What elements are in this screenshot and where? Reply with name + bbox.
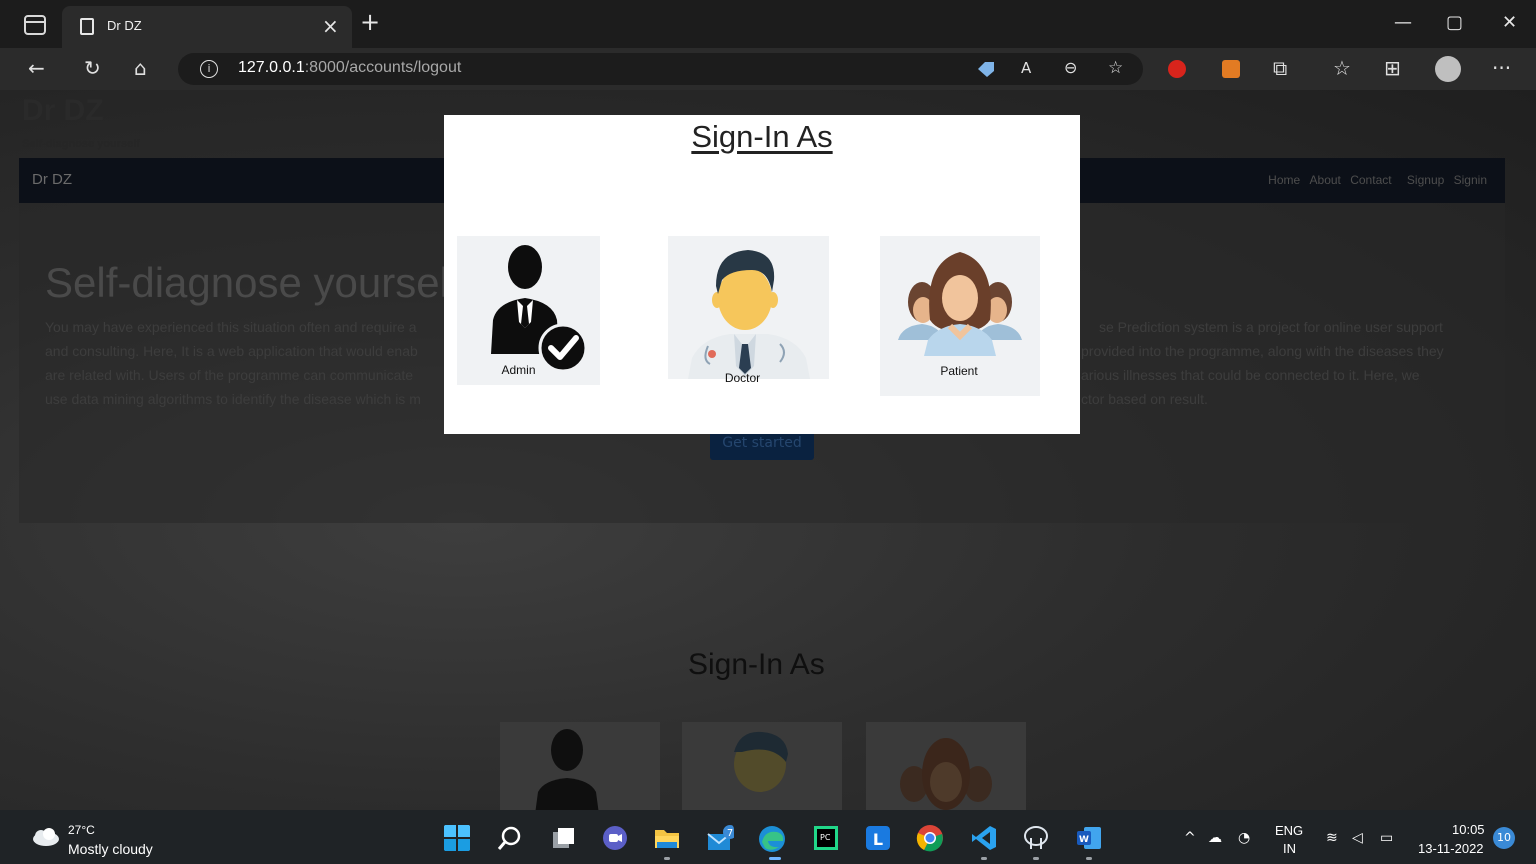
admin-avatar-icon	[535, 729, 599, 810]
more-menu-icon[interactable]: ···	[1492, 56, 1511, 80]
tab-close-icon[interactable]: ×	[322, 14, 339, 38]
postgresql-icon[interactable]	[1022, 824, 1050, 852]
role-card-doctor[interactable]: Doctor	[668, 236, 829, 385]
onedrive-cloud-icon[interactable]: ☁	[1208, 830, 1222, 846]
new-tab-button[interactable]: +	[360, 10, 380, 34]
clock-date[interactable]: 13-11-2022	[1418, 841, 1484, 856]
nav-link-about[interactable]: About	[1310, 173, 1341, 187]
window-close-button[interactable]: ✕	[1502, 12, 1517, 33]
hero-heading: Self-diagnose yourself	[45, 259, 461, 306]
network-status-icon[interactable]: ◔	[1238, 830, 1250, 846]
running-indicator	[1033, 857, 1039, 860]
tab-title: Dr DZ	[107, 18, 142, 33]
site-info-icon[interactable]: i	[200, 60, 218, 78]
file-explorer-icon[interactable]	[653, 824, 681, 852]
battery-icon[interactable]: ▭	[1380, 830, 1393, 846]
nav-link-home[interactable]: Home	[1268, 173, 1300, 187]
teams-chat-icon[interactable]	[601, 824, 629, 852]
modal-title: Sign-In As	[691, 119, 833, 154]
svg-text:PC: PC	[820, 833, 831, 842]
bg-role-card-patient[interactable]	[866, 722, 1026, 810]
os-taskbar: 27°C Mostly cloudy 7 PC L W ^ ☁ ◔ ENG IN…	[0, 810, 1536, 864]
hero-text-line: arious illnesses that could be connected…	[1081, 367, 1420, 383]
address-url[interactable]: 127.0.0.1:8000/accounts/logout	[238, 59, 461, 77]
hero-text-line: se Prediction system is a project for on…	[1099, 319, 1443, 335]
chevron-up-icon[interactable]: ^	[1184, 830, 1196, 846]
site-title: Dr DZ	[22, 94, 104, 127]
extensions-icon[interactable]: ⧉	[1273, 56, 1287, 80]
metamask-extension-icon[interactable]	[1222, 60, 1240, 78]
role-card-patient[interactable]: Patient	[880, 236, 1040, 396]
home-icon[interactable]: ⌂	[134, 56, 147, 80]
mail-badge: 7	[727, 828, 733, 839]
role-label-admin: Admin	[501, 363, 536, 377]
launcher-l-icon[interactable]: L	[864, 824, 892, 852]
role-label-patient: Patient	[940, 364, 978, 378]
nav-links: Home About Contact Signup Signin	[1262, 173, 1487, 187]
doctor-avatar-icon	[734, 731, 788, 792]
chrome-icon[interactable]	[916, 824, 944, 852]
browser-toolbar: ← ↻ ⌂ i 127.0.0.1:8000/accounts/logout A…	[0, 48, 1536, 90]
clock-time[interactable]: 10:05	[1452, 822, 1485, 837]
running-indicator	[981, 857, 987, 860]
role-card-admin[interactable]: Admin	[457, 236, 600, 385]
wifi-icon[interactable]: ≋	[1326, 830, 1338, 846]
profile-avatar[interactable]	[1435, 56, 1461, 82]
bg-role-card-doctor[interactable]	[682, 722, 842, 810]
task-view-icon[interactable]	[549, 824, 577, 852]
section-heading: Sign-In As	[688, 648, 825, 681]
nav-link-signin[interactable]: Signin	[1454, 173, 1487, 187]
cloud-icon[interactable]	[30, 827, 60, 847]
page-document-icon	[80, 18, 94, 35]
search-icon[interactable]	[496, 824, 524, 852]
favorites-icon[interactable]: ☆	[1333, 56, 1351, 80]
hero-text-line: ctor based on result.	[1081, 391, 1208, 407]
weather-temperature[interactable]: 27°C	[68, 823, 95, 837]
patient-avatar-icon	[900, 738, 992, 810]
mail-icon[interactable]: 7	[706, 824, 734, 852]
window-restore-button[interactable]: ▢	[1446, 12, 1463, 33]
adblock-extension-icon[interactable]	[1168, 60, 1186, 78]
add-favorite-icon[interactable]: ☆	[1108, 56, 1123, 80]
edge-browser-icon[interactable]	[757, 824, 785, 852]
running-indicator	[664, 857, 670, 860]
refresh-icon[interactable]: ↻	[84, 56, 101, 80]
address-bar[interactable]: i 127.0.0.1:8000/accounts/logout A ⊖ ☆	[178, 53, 1143, 85]
windows-start-icon[interactable]	[443, 824, 471, 852]
hero-text-line: and consulting. Here, It is a web applic…	[45, 343, 418, 359]
zoom-out-icon[interactable]: ⊖	[1064, 56, 1077, 80]
pycharm-icon[interactable]: PC	[812, 824, 840, 852]
collections-icon[interactable]: ⊞	[1384, 56, 1401, 80]
doctor-avatar-icon	[688, 250, 810, 379]
nav-link-signup[interactable]: Signup	[1407, 173, 1444, 187]
hero-text-line: are related with. Users of the programme…	[45, 367, 414, 383]
weather-description[interactable]: Mostly cloudy	[68, 841, 153, 857]
nav-brand[interactable]: Dr DZ	[32, 171, 72, 188]
hero-text-line: provided into the programme, along with …	[1081, 343, 1444, 359]
browser-tab-bar: Dr DZ × + — ▢ ✕	[0, 0, 1536, 48]
svg-text:L: L	[873, 830, 883, 849]
running-indicator	[1086, 857, 1092, 860]
hero-text-line: You may have experienced this situation …	[45, 319, 417, 335]
sign-in-modal: Sign-In As Admin Doctor Patient	[444, 115, 1080, 434]
read-aloud-icon[interactable]: A	[1021, 56, 1031, 80]
word-icon[interactable]: W	[1075, 824, 1103, 852]
running-indicator	[769, 857, 781, 860]
hero-text-line: use data mining algorithms to identify t…	[45, 391, 421, 407]
bg-role-card-admin[interactable]	[500, 722, 660, 810]
notification-badge[interactable]: 10	[1493, 827, 1515, 849]
volume-icon[interactable]: ◁	[1352, 830, 1363, 846]
input-region[interactable]: IN	[1283, 841, 1296, 856]
site-subtitle: Self-diagnose yourself	[22, 138, 140, 150]
window-minimize-button[interactable]: —	[1394, 12, 1412, 33]
back-arrow-icon[interactable]: ←	[28, 56, 45, 80]
tab-actions-icon[interactable]	[24, 15, 46, 35]
tag-icon[interactable]	[976, 61, 996, 77]
input-language[interactable]: ENG	[1275, 823, 1303, 838]
nav-link-contact[interactable]: Contact	[1350, 173, 1391, 187]
vscode-icon[interactable]	[970, 824, 998, 852]
role-label-doctor: Doctor	[724, 371, 761, 385]
svg-text:W: W	[1079, 835, 1089, 845]
browser-tab[interactable]: Dr DZ ×	[62, 6, 352, 48]
